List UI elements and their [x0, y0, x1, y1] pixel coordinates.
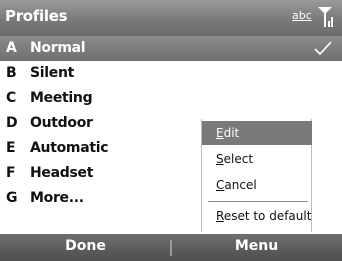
- profile-shortcut-key: C: [6, 90, 16, 106]
- menu-softkey[interactable]: Menu: [171, 238, 342, 254]
- profile-shortcut-key: D: [6, 115, 18, 131]
- profile-item-normal[interactable]: A Normal: [0, 36, 342, 61]
- menu-item-label: dit: [223, 126, 240, 140]
- menu-item-label: ancel: [224, 178, 257, 192]
- menu-item-edit[interactable]: Edit: [202, 121, 312, 145]
- signal-strength-icon: [318, 7, 333, 27]
- softkey-bar: Done Menu: [0, 234, 342, 261]
- profile-label: Silent: [30, 65, 75, 81]
- menu-item-accelerator: R: [216, 209, 224, 223]
- profile-shortcut-key: F: [6, 165, 16, 181]
- profile-shortcut-key: G: [6, 190, 18, 206]
- profile-label: Outdoor: [30, 115, 93, 131]
- profile-label: More...: [30, 190, 84, 206]
- menu-item-accelerator: E: [216, 126, 224, 140]
- menu-item-reset-to-default[interactable]: Reset to default: [202, 204, 312, 228]
- input-mode-indicator: abc: [292, 9, 312, 22]
- profile-shortcut-key: A: [6, 40, 17, 56]
- profile-item-meeting[interactable]: C Meeting: [0, 86, 342, 111]
- profile-label: Meeting: [30, 90, 93, 106]
- profile-label: Normal: [30, 40, 86, 56]
- page-title: Profiles: [5, 7, 68, 25]
- profile-shortcut-key: B: [6, 65, 17, 81]
- menu-separator: [208, 201, 308, 202]
- profile-shortcut-key: E: [6, 140, 16, 156]
- context-menu: Edit Select Cancel Reset to default: [201, 119, 312, 232]
- done-softkey[interactable]: Done: [0, 238, 171, 254]
- checkmark-icon: [314, 41, 332, 56]
- menu-item-cancel[interactable]: Cancel: [202, 173, 312, 197]
- menu-item-accelerator: S: [216, 152, 224, 166]
- menu-item-label: eset to default: [223, 209, 312, 223]
- profile-label: Headset: [30, 165, 94, 181]
- title-bar: Profiles abc: [0, 0, 342, 36]
- profile-label: Automatic: [30, 140, 109, 156]
- menu-item-select[interactable]: Select: [202, 147, 312, 171]
- profile-item-silent[interactable]: B Silent: [0, 61, 342, 86]
- menu-item-label: elect: [223, 152, 254, 166]
